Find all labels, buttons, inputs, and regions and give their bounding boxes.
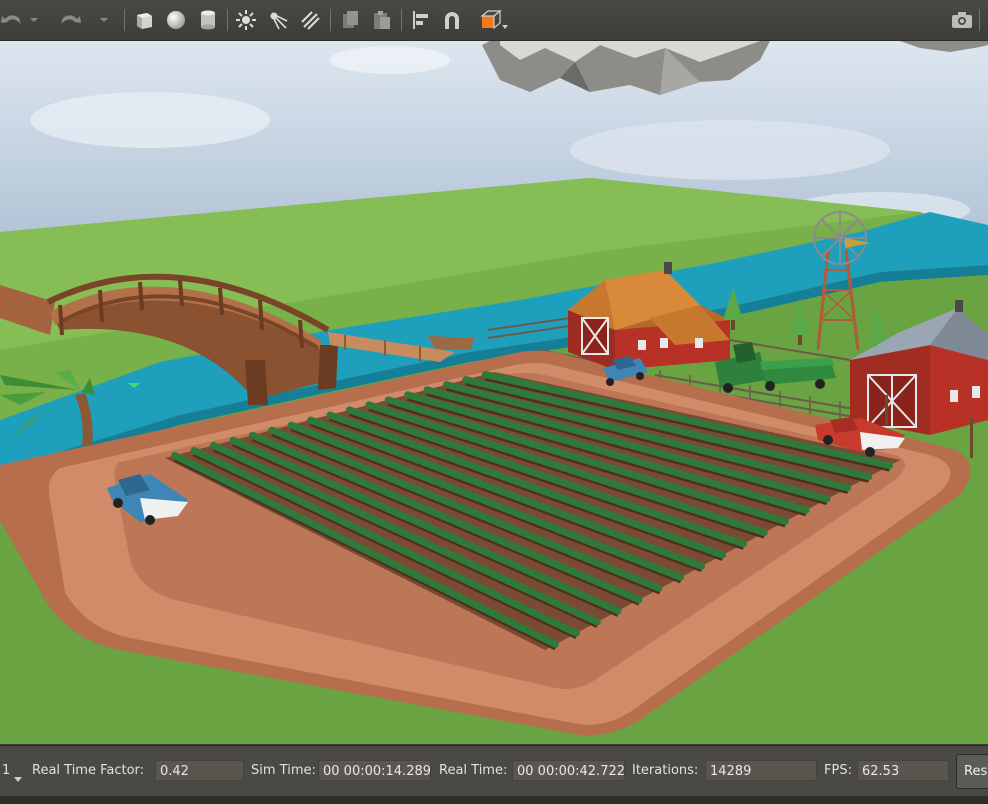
redo-menu-icon[interactable]	[97, 7, 111, 33]
real-time-factor-label: Real Time Factor:	[32, 763, 145, 778]
toolbar-separator	[124, 9, 125, 31]
step-dropdown-icon[interactable]	[14, 768, 22, 787]
iterations-field: 14289	[705, 760, 817, 781]
box-icon[interactable]	[131, 7, 157, 33]
undo-menu-icon[interactable]	[27, 7, 41, 33]
boat	[428, 336, 475, 350]
paste-icon[interactable]	[369, 7, 395, 33]
real-time-field: 00 00:00:42.722	[512, 760, 625, 781]
real-time-label: Real Time:	[439, 763, 508, 778]
toolbar-separator	[330, 9, 331, 31]
scene-viewport[interactable]	[0, 41, 988, 744]
toolbar-separator	[979, 9, 980, 31]
window-bottom-border	[0, 796, 988, 804]
copy-icon[interactable]	[337, 7, 363, 33]
redo-icon[interactable]	[58, 7, 84, 33]
reset-button[interactable]: Res	[956, 754, 988, 789]
cylinder-icon[interactable]	[195, 7, 221, 33]
toolbar-separator	[401, 9, 402, 31]
spot-light-icon[interactable]	[265, 7, 291, 33]
gazebo-window: 1 Real Time Factor: 0.42 Sim Time: 00 00…	[0, 0, 988, 804]
undo-icon[interactable]	[0, 7, 24, 33]
snap-icon[interactable]	[439, 7, 465, 33]
toolbar-separator	[227, 9, 228, 31]
align-icon[interactable]	[408, 7, 434, 33]
iterations-label: Iterations:	[632, 763, 699, 778]
point-light-icon[interactable]	[233, 7, 259, 33]
directional-light-icon[interactable]	[297, 7, 323, 33]
sphere-icon[interactable]	[163, 7, 189, 33]
real-time-factor-field: 0.42	[155, 760, 244, 781]
fps-field: 62.53	[857, 760, 949, 781]
view-angle-icon[interactable]	[478, 7, 510, 33]
screenshot-icon[interactable]	[949, 7, 975, 33]
scene-render	[0, 41, 988, 744]
sim-time-label: Sim Time:	[251, 763, 316, 778]
step-count[interactable]: 1	[2, 763, 10, 778]
fps-label: FPS:	[824, 763, 852, 778]
sim-time-field: 00 00:00:14.289	[318, 760, 431, 781]
toolbar	[0, 0, 988, 41]
